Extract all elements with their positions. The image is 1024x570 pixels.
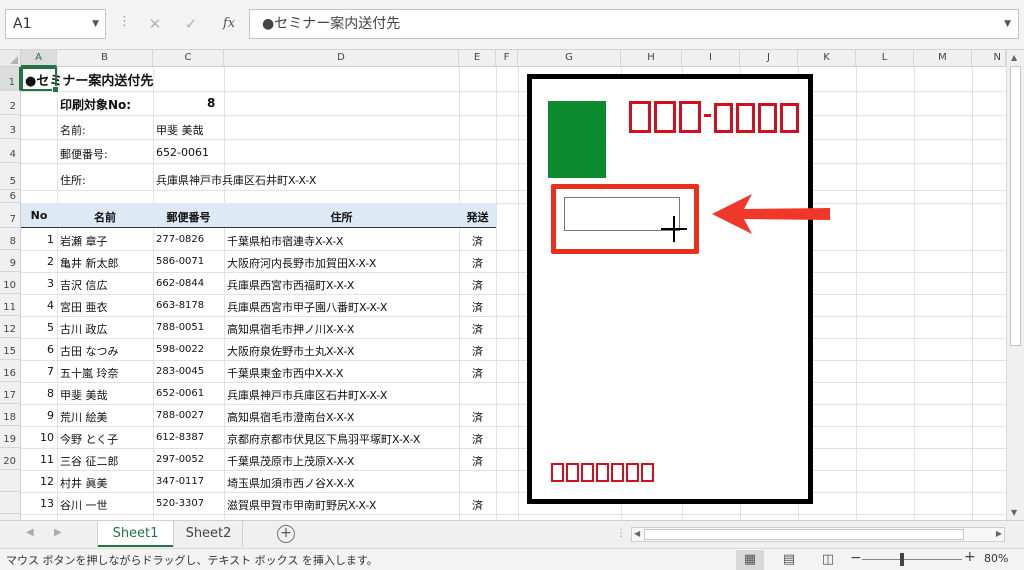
row-header[interactable]: 17 bbox=[0, 382, 21, 404]
add-sheet-button[interactable]: + bbox=[277, 525, 295, 543]
formula-text: ●セミナー案内送付先 bbox=[262, 16, 401, 32]
tab-sheet2[interactable]: Sheet2 bbox=[175, 521, 243, 547]
zoom-slider-thumb[interactable] bbox=[900, 553, 904, 566]
scroll-up-icon[interactable]: ▲ bbox=[1011, 53, 1017, 62]
page-layout-view-button[interactable]: ▤ bbox=[775, 550, 803, 570]
row-header[interactable] bbox=[0, 492, 21, 514]
address-label[interactable]: 住所: bbox=[60, 172, 86, 188]
column-header[interactable]: C bbox=[153, 50, 224, 67]
next-sheet-icon[interactable]: ▶ bbox=[54, 527, 62, 538]
row-header[interactable]: 1 bbox=[0, 67, 21, 91]
address-value[interactable]: 兵庫県神戸市兵庫区石井町X-X-X bbox=[156, 172, 316, 188]
zip-label[interactable]: 郵便番号: bbox=[60, 146, 108, 162]
column-header[interactable]: K bbox=[798, 50, 856, 67]
drag-handle-icon[interactable]: ⋮ bbox=[118, 14, 131, 29]
cancel-icon[interactable]: ✕ bbox=[137, 9, 173, 39]
print-target-label[interactable]: 印刷対象No: bbox=[60, 96, 131, 113]
page-break-view-button[interactable]: ◫ bbox=[814, 550, 842, 570]
worksheet-grid[interactable]: A B C D E F G H I J K L M N 1 2 3 4 5 6 … bbox=[0, 50, 1006, 520]
tab-sheet1[interactable]: Sheet1 bbox=[98, 521, 173, 547]
column-header[interactable]: A bbox=[21, 50, 57, 67]
row-header[interactable]: 16 bbox=[0, 360, 21, 382]
row-header[interactable]: 3 bbox=[0, 115, 21, 139]
expand-formula-icon[interactable]: ▼ bbox=[1004, 10, 1011, 38]
print-target-value[interactable]: 8 bbox=[207, 96, 215, 110]
row-header[interactable]: 15 bbox=[0, 338, 21, 360]
stamp-box bbox=[548, 101, 606, 178]
zoom-out-button[interactable]: − bbox=[850, 550, 862, 566]
row-header[interactable] bbox=[0, 470, 21, 492]
zoom-slider[interactable] bbox=[862, 559, 962, 560]
row-header[interactable]: 11 bbox=[0, 294, 21, 316]
column-header[interactable]: L bbox=[856, 50, 914, 67]
crosshair-cursor-icon bbox=[661, 216, 687, 242]
row-header[interactable]: 4 bbox=[0, 139, 21, 163]
arrow-icon bbox=[712, 194, 830, 234]
column-header[interactable]: D bbox=[224, 50, 459, 67]
row-header[interactable]: 10 bbox=[0, 272, 21, 294]
check-icon[interactable]: ✓ bbox=[173, 9, 209, 39]
sheet-tab-bar: ◀ ▶ Sheet1 Sheet2 + ⋮ ◀ ▶ bbox=[0, 520, 1024, 548]
row-header[interactable]: 7 bbox=[0, 203, 21, 228]
row-header[interactable]: 9 bbox=[0, 250, 21, 272]
scroll-thumb[interactable] bbox=[1010, 66, 1021, 346]
column-header[interactable]: N bbox=[972, 50, 1006, 67]
scroll-thumb[interactable] bbox=[644, 529, 964, 540]
row-header[interactable]: 19 bbox=[0, 426, 21, 448]
scroll-down-icon[interactable]: ▼ bbox=[1011, 508, 1017, 517]
name-box[interactable]: A1 ▼ bbox=[5, 9, 106, 39]
column-header[interactable]: B bbox=[57, 50, 153, 67]
status-bar: マウス ボタンを押しながらドラッグし、テキスト ボックス を挿入します。 ▦ ▤… bbox=[0, 548, 1024, 570]
zip-value[interactable]: 652-0061 bbox=[156, 146, 209, 159]
formula-bar: A1 ▼ ⋮ ✕ ✓ fx ●セミナー案内送付先 ▼ bbox=[0, 0, 1024, 50]
name-value[interactable]: 甲斐 美哉 bbox=[156, 122, 204, 138]
scroll-left-icon[interactable]: ◀ bbox=[634, 529, 640, 538]
row-header[interactable]: 6 bbox=[0, 190, 21, 203]
row-header[interactable]: 20 bbox=[0, 448, 21, 470]
row-header[interactable]: 18 bbox=[0, 404, 21, 426]
column-header[interactable]: J bbox=[740, 50, 798, 67]
status-message: マウス ボタンを押しながらドラッグし、テキスト ボックス を挿入します。 bbox=[6, 554, 378, 567]
row-header[interactable]: 5 bbox=[0, 163, 21, 190]
row-header[interactable]: 8 bbox=[0, 228, 21, 250]
row-header[interactable]: 2 bbox=[0, 91, 21, 115]
column-header[interactable]: F bbox=[496, 50, 518, 67]
table-header-no[interactable]: No bbox=[21, 209, 57, 222]
zoom-level[interactable]: 80% bbox=[984, 552, 1008, 565]
postcard-frame[interactable] bbox=[527, 74, 813, 504]
table-header-zip[interactable]: 郵便番号 bbox=[153, 209, 224, 225]
chevron-down-icon[interactable]: ▼ bbox=[92, 10, 99, 38]
normal-view-button[interactable]: ▦ bbox=[736, 550, 764, 570]
name-box-value: A1 bbox=[13, 16, 32, 32]
zoom-in-button[interactable]: + bbox=[964, 549, 976, 565]
column-header[interactable]: H bbox=[621, 50, 682, 67]
row-header[interactable]: 12 bbox=[0, 316, 21, 338]
prev-sheet-icon[interactable]: ◀ bbox=[26, 527, 34, 538]
horizontal-scrollbar[interactable]: ◀ ▶ bbox=[631, 527, 1005, 542]
table-header-address[interactable]: 住所 bbox=[224, 209, 459, 225]
formula-input[interactable]: ●セミナー案内送付先 ▼ bbox=[249, 9, 1019, 39]
name-label[interactable]: 名前: bbox=[60, 122, 86, 138]
insert-function-button[interactable]: fx bbox=[211, 9, 247, 39]
column-header[interactable]: G bbox=[518, 50, 621, 67]
table-header-name[interactable]: 名前 bbox=[57, 209, 153, 225]
column-header[interactable]: M bbox=[914, 50, 972, 67]
select-all-button[interactable] bbox=[0, 50, 21, 67]
sender-zip-boxes bbox=[551, 463, 656, 482]
vertical-scrollbar[interactable]: ▲ ▼ bbox=[1006, 50, 1024, 520]
active-cell-outline bbox=[21, 67, 59, 93]
postcard-zip-boxes bbox=[629, 101, 802, 133]
column-header[interactable]: E bbox=[459, 50, 496, 67]
column-header[interactable]: I bbox=[682, 50, 740, 67]
tab-split-handle[interactable]: ⋮ bbox=[616, 528, 626, 539]
table-header-sent[interactable]: 発送 bbox=[459, 209, 496, 225]
scroll-right-icon[interactable]: ▶ bbox=[996, 529, 1002, 538]
